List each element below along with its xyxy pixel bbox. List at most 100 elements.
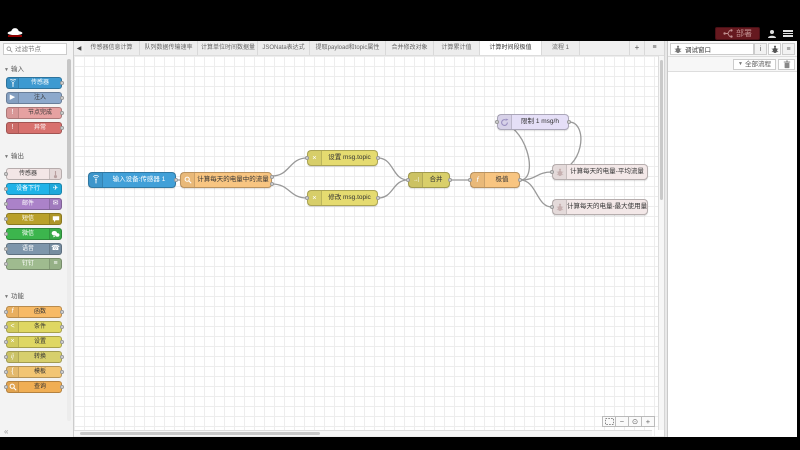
node-input-sensor[interactable]: 输入设备:传感器 1: [88, 172, 176, 188]
tab-flow-8[interactable]: 流程 1: [542, 41, 580, 56]
output-port[interactable]: [448, 178, 452, 182]
palette-node-email[interactable]: ✉ 邮件: [6, 198, 62, 210]
logo-wordmark: [8, 35, 22, 37]
palette-collapse-button[interactable]: «: [4, 427, 8, 436]
add-flow-button[interactable]: +: [629, 41, 644, 56]
output-port[interactable]: [518, 178, 522, 182]
palette-filter-input[interactable]: [15, 44, 65, 54]
sidebar-tab-menu[interactable]: ≡: [782, 43, 795, 55]
palette-node-sensor-out[interactable]: 传感器: [6, 168, 62, 180]
palette-node-voice[interactable]: ☎ 语音: [6, 243, 62, 255]
node-calc-daily-flow[interactable]: 计算每天的电量中的流量: [180, 172, 272, 188]
output-port[interactable]: [174, 178, 178, 182]
sidebar-tab-info[interactable]: i: [754, 43, 767, 55]
palette-node-sms[interactable]: 短信: [6, 213, 62, 225]
output-port: [60, 340, 64, 344]
palette-node-dingtalk[interactable]: ≡ 钉钉: [6, 258, 62, 270]
palette-search[interactable]: [3, 43, 67, 55]
node-set-topic[interactable]: × 设置 msg.topic: [307, 150, 378, 166]
palette-node-switch[interactable]: < 条件: [6, 321, 62, 333]
palette-section-output[interactable]: ▼输出: [4, 150, 24, 160]
palette-node-label: 设置: [19, 337, 61, 347]
node-debug-max[interactable]: 计算每天的电量-最大使用量: [552, 199, 648, 215]
phone-icon: ☎: [49, 244, 61, 254]
horizontal-scrollbar[interactable]: [74, 430, 652, 436]
canvas-zoom-controls: − ⊙ +: [603, 416, 655, 427]
node-extreme-function[interactable]: f 极值: [470, 172, 520, 188]
output-port[interactable]: [376, 156, 380, 160]
tab-flow-0[interactable]: 传感器信息计算: [84, 41, 140, 56]
node-modify-topic[interactable]: × 修改 msg.topic: [307, 190, 378, 206]
tab-flow-5[interactable]: 合并修改对象: [386, 41, 434, 56]
scrollbar-thumb[interactable]: [80, 432, 320, 435]
palette-node-label: 转换: [19, 352, 61, 362]
input-port[interactable]: [305, 156, 309, 160]
tab-flow-2[interactable]: 计算单位时间数据量: [198, 41, 258, 56]
navigator-icon[interactable]: [602, 416, 616, 427]
palette-node-range[interactable]: ij 转换: [6, 351, 62, 363]
node-red-logo[interactable]: [7, 23, 23, 38]
input-port[interactable]: [305, 196, 309, 200]
envelope-icon: ✉: [49, 199, 61, 209]
output-port-2[interactable]: [270, 182, 274, 186]
tab-flow-1[interactable]: 队列数据传输速率: [140, 41, 198, 56]
tab-flow-3[interactable]: JSONata表达式: [258, 41, 310, 56]
input-port: [4, 355, 8, 359]
tab-flow-6[interactable]: 计算累计值: [434, 41, 480, 56]
palette-node-label: 条件: [19, 322, 61, 332]
palette-node-device-downlink[interactable]: ✈ 设备下行: [6, 183, 62, 195]
palette-node-complete[interactable]: ! 节点完成: [6, 107, 62, 119]
tab-scroll-left-icon[interactable]: ◀: [74, 41, 84, 55]
sidebar-tab-debug[interactable]: [768, 43, 781, 55]
output-port: [60, 355, 64, 359]
tab-flow-7-active[interactable]: 计算时间段极值: [480, 41, 542, 56]
debug-clear-button[interactable]: [778, 59, 795, 70]
zoom-in-button[interactable]: +: [641, 416, 655, 427]
thermometer-icon: [49, 169, 61, 179]
palette-node-sensor-in[interactable]: 传感器: [6, 77, 62, 89]
flow-canvas[interactable]: 输入设备:传感器 1 计算每天的电量中的流量 × 设置 msg.topic × …: [74, 56, 664, 437]
bug-icon: [553, 165, 567, 179]
deploy-button[interactable]: 部署: [715, 27, 760, 40]
input-port[interactable]: [550, 170, 554, 174]
input-port: [4, 385, 8, 389]
palette-scrollbar[interactable]: [67, 59, 71, 421]
input-port: [4, 172, 8, 176]
input-port[interactable]: [406, 178, 410, 182]
palette-section-input[interactable]: ▼输入: [4, 63, 24, 73]
palette-node-query[interactable]: 查询: [6, 381, 62, 393]
input-port[interactable]: [495, 120, 499, 124]
node-join[interactable]: →| 合并: [408, 172, 450, 188]
search-icon: [7, 382, 19, 392]
zoom-out-button[interactable]: −: [615, 416, 629, 427]
node-rate-limit[interactable]: 限制 1 msg/h: [497, 114, 569, 130]
user-button[interactable]: [765, 27, 779, 40]
change-icon: ×: [7, 337, 19, 347]
palette-node-change[interactable]: × 设置: [6, 336, 62, 348]
input-port[interactable]: [468, 178, 472, 182]
debug-filter-button[interactable]: ▼ 全部流程: [733, 59, 776, 70]
palette-node-wechat[interactable]: 微信: [6, 228, 62, 240]
input-port[interactable]: [550, 205, 554, 209]
input-port: [4, 247, 8, 251]
chevron-down-icon: ▼: [738, 60, 743, 69]
node-debug-average[interactable]: 计算每天的电量-平均流量: [552, 164, 648, 180]
palette-node-function[interactable]: f 函数: [6, 306, 62, 318]
sidebar-tab-bar: 调试窗口 i ≡: [668, 41, 797, 57]
output-port-1[interactable]: [270, 175, 274, 179]
palette-node-inject[interactable]: ▶ 注入: [6, 92, 62, 104]
search-icon: [6, 46, 13, 53]
scrollbar-thumb[interactable]: [660, 60, 663, 200]
zoom-reset-button[interactable]: ⊙: [628, 416, 642, 427]
tab-flow-4[interactable]: 提取payload和topic属性: [310, 41, 386, 56]
palette-node-template[interactable]: { 模板: [6, 366, 62, 378]
output-port[interactable]: [567, 120, 571, 124]
palette-section-function[interactable]: ▼功能: [4, 290, 24, 300]
output-port[interactable]: [376, 196, 380, 200]
palette-node-catch[interactable]: ! 异常: [6, 122, 62, 134]
chevron-down-icon: ▼: [4, 294, 9, 300]
flow-list-button[interactable]: ≡: [644, 41, 664, 56]
sidebar-title-label: 调试窗口: [685, 44, 711, 54]
menu-button[interactable]: [781, 27, 795, 40]
sidebar-panel-title[interactable]: 调试窗口: [670, 43, 754, 55]
